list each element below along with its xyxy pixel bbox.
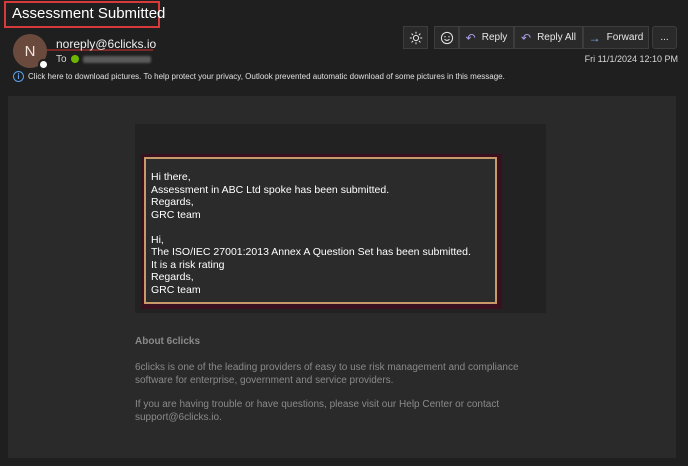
reply-all-icon: ↶ — [521, 30, 532, 45]
download-pictures-text[interactable]: Click here to download pictures. To help… — [28, 72, 505, 81]
reply-icon: ↶ — [465, 30, 476, 45]
email-content-box: Hi there, Assessment in ABC Ltd spoke ha… — [144, 157, 497, 304]
forward-icon: → — [588, 30, 601, 45]
body-line: Regards, — [151, 271, 194, 283]
reply-label: Reply — [481, 32, 508, 43]
download-pictures-bar[interactable]: i Click here to download pictures. To he… — [13, 71, 505, 82]
footer-paragraph: 6clicks is one of the leading providers … — [135, 362, 519, 386]
body-line: Assessment in ABC Ltd spoke has been sub… — [151, 183, 390, 196]
to-label: To — [56, 54, 67, 65]
forward-label: Forward — [606, 32, 644, 43]
message-subject: Assessment Submitted — [12, 5, 166, 22]
footer-help-paragraph: If you are having trouble or have questi… — [135, 399, 500, 423]
body-line: The ISO/IEC 27001:2013 Annex A Question … — [151, 246, 471, 258]
reply-all-label: Reply All — [537, 32, 576, 43]
reply-all-button[interactable]: ↶ Reply All — [514, 26, 583, 49]
body-line: GRC team — [151, 208, 201, 221]
more-icon: ... — [660, 32, 669, 43]
sun-icon — [409, 31, 422, 44]
body-line: Hi, — [151, 233, 164, 246]
body-line: Hi there, — [151, 171, 191, 183]
forward-button[interactable]: → Forward — [583, 26, 649, 49]
body-line: It is a risk rating — [151, 258, 225, 271]
body-line: GRC team — [151, 283, 201, 296]
received-timestamp: Fri 11/1/2024 12:10 PM — [584, 54, 678, 64]
reaction-button[interactable] — [434, 26, 459, 49]
presence-indicator — [38, 59, 49, 70]
info-icon: i — [13, 71, 24, 82]
emoji-icon — [440, 31, 453, 44]
sender-email[interactable]: noreply@6clicks.io — [56, 37, 156, 51]
light-mode-button[interactable] — [403, 26, 428, 49]
footer-title: About 6clicks — [135, 336, 201, 347]
recipient-redacted[interactable] — [83, 56, 151, 63]
recipient-status-icon — [71, 55, 79, 63]
more-actions-button[interactable]: ... — [652, 26, 677, 49]
body-line: Regards, — [151, 196, 194, 208]
reply-button[interactable]: ↶ Reply — [459, 26, 514, 49]
